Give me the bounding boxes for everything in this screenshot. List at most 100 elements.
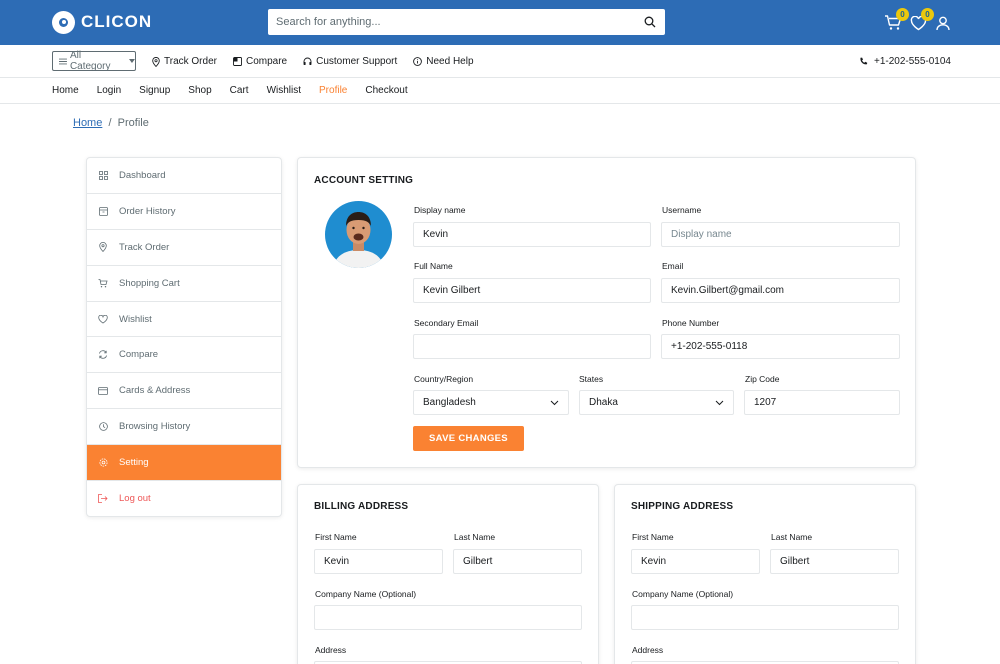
billing-first-name-input[interactable]: Kevin [314,549,443,574]
nav-wishlist[interactable]: Wishlist [267,78,301,103]
billing-company-label: Company Name (Optional) [315,589,417,599]
phone-icon [860,57,868,65]
user-icon [936,16,950,30]
chevron-down-icon [550,400,559,406]
account-setting-title: ACCOUNT SETTING [314,175,414,186]
grid-icon [98,170,108,180]
sidebar-item-shopping-cart[interactable]: Shopping Cart [87,266,281,302]
search-bar [268,9,665,35]
nav-signup[interactable]: Signup [139,78,170,103]
billing-last-name-label: Last Name [454,532,496,542]
sidebar-item-cards-address[interactable]: Cards & Address [87,373,281,410]
sidebar-item-dashboard[interactable]: Dashboard [87,158,281,194]
track-order-link[interactable]: Track Order [152,56,217,67]
shipping-last-name-input[interactable]: Gilbert [770,549,899,574]
nav-cart[interactable]: Cart [230,78,249,103]
account-sidebar: Dashboard Order History Track Order Shop… [86,157,282,517]
account-button[interactable] [933,13,953,33]
sidebar-item-wishlist[interactable]: Wishlist [87,302,281,338]
customer-support-link[interactable]: Customer Support [303,56,397,67]
cart-icon [98,278,108,288]
states-label: States [579,374,604,384]
nav-checkout[interactable]: Checkout [365,78,407,103]
sidebar-item-setting[interactable]: Setting [87,445,281,482]
location-pin-icon [98,242,108,253]
country-label: Country/Region [414,374,474,384]
nav-shop[interactable]: Shop [188,78,211,103]
menu-icon [59,58,67,64]
clock-icon [98,422,108,432]
shipping-address-card: SHIPPING ADDRESS First Name Kevin Last N… [614,484,916,664]
info-icon [413,57,423,66]
billing-address-card: BILLING ADDRESS First Name Kevin Last Na… [297,484,599,664]
country-select[interactable]: Bangladesh [413,390,569,415]
top-header: CLICON 0 0 [0,0,1000,45]
chevron-down-icon [129,59,135,63]
breadcrumb: Home / Profile [73,117,149,129]
username-label: Username [662,205,702,215]
logout-icon [98,494,108,504]
billing-last-name-input[interactable]: Gilbert [453,549,582,574]
country-value: Bangladesh [423,397,476,408]
heart-icon [98,314,108,324]
nav-profile[interactable]: Profile [319,78,347,103]
display-name-input[interactable]: Kevin [413,222,651,247]
credit-card-icon [98,386,108,396]
sidebar-item-logout[interactable]: Log out [87,481,281,516]
zip-code-input[interactable]: 1207 [744,390,900,415]
search-button[interactable] [635,9,665,35]
shipping-first-name-label: First Name [632,532,674,542]
gear-icon [98,458,108,468]
phone-contact[interactable]: +1-202-555-0104 [859,56,951,67]
display-name-label: Display name [414,205,466,215]
secondary-nav: Track Order Compare Customer Support Nee… [152,56,474,67]
avatar[interactable] [325,201,392,268]
sidebar-item-browsing-history[interactable]: Browsing History [87,409,281,446]
shipping-company-label: Company Name (Optional) [632,589,734,599]
secondary-email-input[interactable] [413,334,651,359]
shipping-first-name-input[interactable]: Kevin [631,549,760,574]
logo-icon [52,10,75,34]
state-value: Dhaka [589,397,618,408]
wishlist-button[interactable]: 0 [908,8,934,33]
state-select[interactable]: Dhaka [579,390,734,415]
main-nav: Home Login Signup Shop Cart Wishlist Pro… [0,78,1000,104]
save-changes-button[interactable]: SAVE CHANGES [413,426,524,451]
compare-link[interactable]: Compare [233,56,287,67]
all-category-dropdown[interactable]: All Category [52,50,136,72]
logo[interactable]: CLICON [52,10,152,34]
nav-login[interactable]: Login [97,78,121,103]
breadcrumb-home[interactable]: Home [73,117,102,129]
billing-company-input[interactable] [314,605,582,630]
zip-code-label: Zip Code [745,374,780,384]
billing-address-title: BILLING ADDRESS [314,501,409,512]
full-name-input[interactable]: Kevin Gilbert [413,278,651,303]
account-setting-card: ACCOUNT SETTING Display name Kevin Usern… [297,157,916,468]
phone-number-input[interactable]: +1-202-555-0118 [661,334,900,359]
breadcrumb-separator: / [105,117,115,129]
need-help-link[interactable]: Need Help [413,56,474,67]
shipping-address-title: SHIPPING ADDRESS [631,501,734,512]
compare-icon [233,57,242,66]
secondary-email-label: Secondary Email [414,318,479,328]
cart-button[interactable]: 0 [883,8,909,33]
sidebar-item-compare[interactable]: Compare [87,337,281,374]
breadcrumb-current: Profile [117,117,149,129]
email-input[interactable]: Kevin.Gilbert@gmail.com [661,278,900,303]
chevron-down-icon [715,400,724,406]
sidebar-item-order-history[interactable]: Order History [87,194,281,230]
shipping-company-input[interactable] [631,605,899,630]
username-input[interactable]: Display name [661,222,900,247]
headphones-icon [303,57,312,65]
search-icon [644,16,656,28]
sidebar-item-track-order[interactable]: Track Order [87,230,281,266]
search-input[interactable] [268,9,635,35]
nav-home[interactable]: Home [52,78,79,103]
billing-address-label: Address [315,645,347,655]
refresh-icon [98,350,108,360]
email-label: Email [662,261,684,271]
shipping-last-name-label: Last Name [771,532,813,542]
shipping-address-label: Address [632,645,664,655]
box-icon [98,206,108,216]
category-label: All Category [69,50,111,72]
